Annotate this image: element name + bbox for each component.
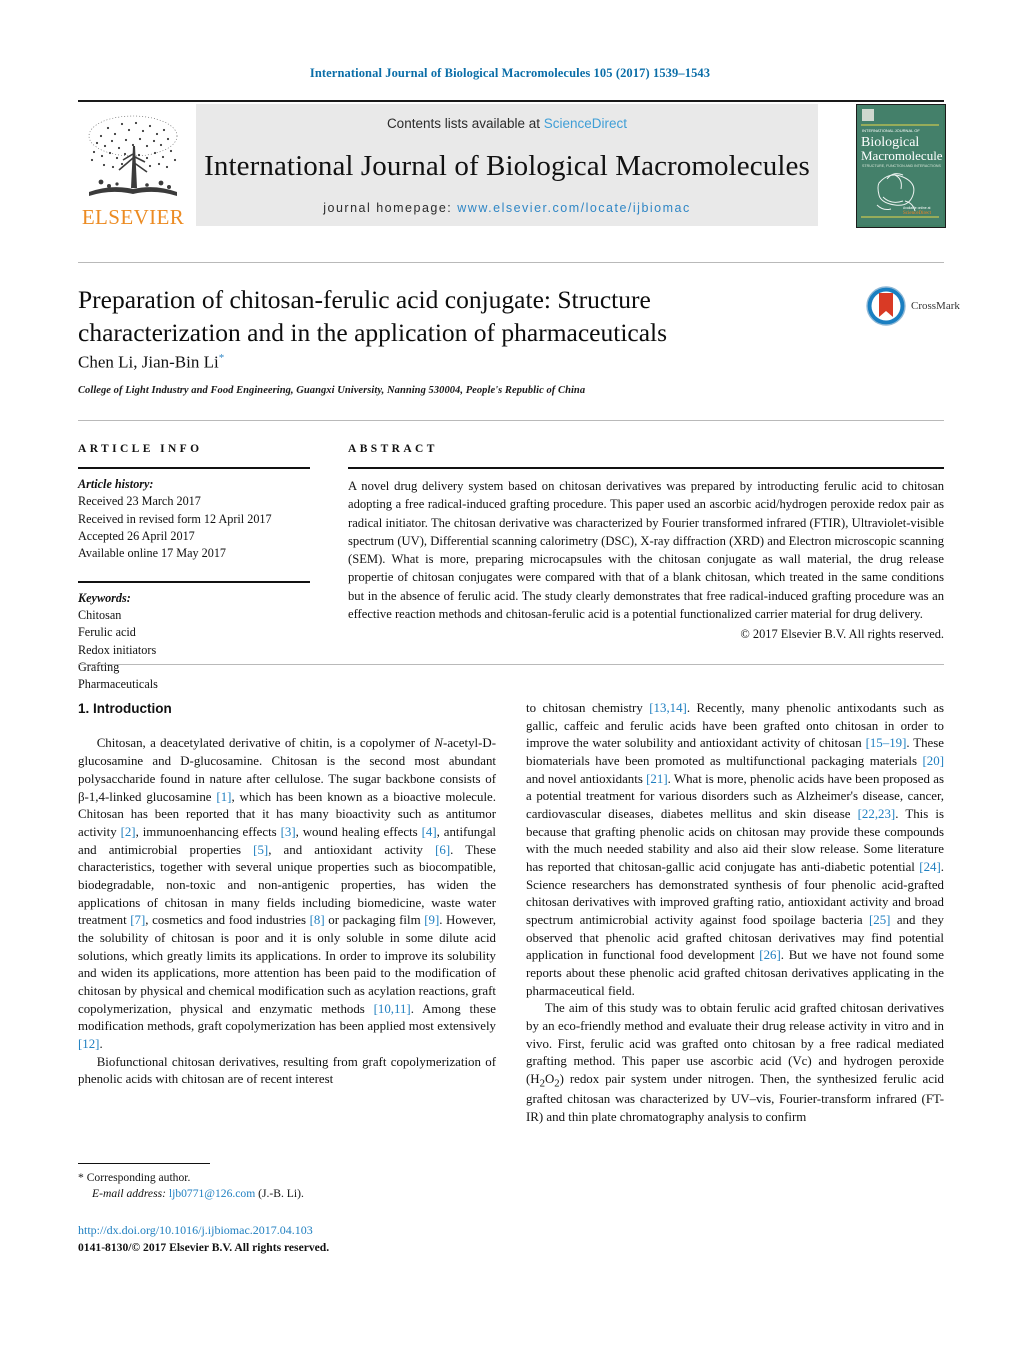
doi-link[interactable]: http://dx.doi.org/10.1016/j.ijbiomac.201… <box>78 1221 538 1239</box>
paragraph: to chitosan chemistry [13,14]. Recently,… <box>526 701 945 998</box>
crossmark-icon <box>866 286 906 326</box>
history-item: Received 23 March 2017 <box>78 494 201 509</box>
title-divider <box>78 262 944 263</box>
sciencedirect-link[interactable]: ScienceDirect <box>544 116 627 131</box>
abstract-column: ABSTRACT A novel drug delivery system ba… <box>348 443 944 642</box>
journal-homepage-line: journal homepage: www.elsevier.com/locat… <box>323 201 691 215</box>
running-head: International Journal of Biological Macr… <box>309 66 711 80</box>
elsevier-logo: ELSEVIER <box>78 104 188 228</box>
svg-text:INTERNATIONAL JOURNAL OF: INTERNATIONAL JOURNAL OF <box>862 128 920 133</box>
abstract-text: A novel drug delivery system based on ch… <box>348 479 944 621</box>
footnote-marker: * <box>78 1171 84 1184</box>
page-title: Preparation of chitosan-ferulic acid con… <box>78 285 668 347</box>
abstract-rule <box>348 467 944 469</box>
author-list: Chen Li, Jian-Bin Li* <box>78 352 224 373</box>
footnote-divider <box>78 1163 210 1164</box>
corresponding-author-label: Corresponding author. <box>86 1171 191 1184</box>
contents-prefix: Contents lists available at <box>386 116 544 131</box>
article-page: International Journal of Biological Macr… <box>0 0 1020 1351</box>
corresponding-author-line: * Corresponding author. <box>78 1170 496 1186</box>
footnote-body: * Corresponding author. E-mail address: … <box>78 1170 496 1203</box>
info-divider <box>78 420 944 421</box>
abstract-copyright: © 2017 Elsevier B.V. All rights reserved… <box>740 627 944 641</box>
article-info-heading: ARTICLE INFO <box>78 443 203 455</box>
history-item: Accepted 26 April 2017 <box>78 528 195 543</box>
crossmark-label: CrossMark <box>911 300 960 312</box>
contents-list-line: Contents lists available at ScienceDirec… <box>387 116 627 131</box>
keyword-item: Grafting <box>78 659 120 674</box>
corresponding-author-marker: * <box>218 352 225 364</box>
keyword-item: Ferulic acid <box>78 625 136 640</box>
journal-title: International Journal of Biological Macr… <box>204 149 810 182</box>
email-link[interactable]: ljb0771@126.com <box>169 1187 255 1200</box>
keywords-block: Keywords: Chitosan Ferulic acid Redox in… <box>78 590 310 694</box>
doi-block: http://dx.doi.org/10.1016/j.ijbiomac.201… <box>78 1221 538 1256</box>
journal-cover-artwork: INTERNATIONAL JOURNAL OF Biological Macr… <box>857 105 945 225</box>
keywords-rule <box>78 580 310 583</box>
email-suffix: (J.-B. Li). <box>258 1187 304 1201</box>
keywords-label: Keywords: <box>78 590 131 605</box>
email-line: E-mail address: ljb0771@126.com (J.-B. L… <box>78 1186 496 1202</box>
journal-cover-thumbnail: INTERNATIONAL JOURNAL OF Biological Macr… <box>856 104 946 228</box>
issn-copyright-line: 0141-8130/© 2017 Elsevier B.V. All right… <box>78 1241 330 1254</box>
article-info-column: ARTICLE INFO Article history: Received 2… <box>78 443 310 694</box>
keyword-item: Pharmaceuticals <box>78 677 158 692</box>
homepage-label: journal homepage: <box>323 201 458 215</box>
paragraph: Chitosan, a deacetylated derivative of c… <box>78 736 496 1051</box>
journal-band: Contents lists available at ScienceDirec… <box>196 104 818 226</box>
affiliation: College of Light Industry and Food Engin… <box>78 385 586 396</box>
svg-text:STRUCTURE, FUNCTION AND INTERA: STRUCTURE, FUNCTION AND INTERACTIONS <box>862 164 941 168</box>
journal-masthead: ELSEVIER Contents lists available at Sci… <box>78 100 946 228</box>
history-item: Received in revised form 12 April 2017 <box>78 511 272 526</box>
paragraph: The aim of this study was to obtain feru… <box>526 1001 944 1125</box>
email-label: E-mail address: <box>92 1187 166 1201</box>
body-column-right: to chitosan chemistry [13,14]. Recently,… <box>526 700 944 1127</box>
crossmark-badge[interactable]: CrossMark <box>866 283 962 329</box>
svg-text:Available online at: Available online at <box>903 206 931 210</box>
elsevier-tree-icon <box>88 115 178 196</box>
section-title-introduction: 1. Introduction <box>78 701 172 716</box>
homepage-url-link[interactable]: www.elsevier.com/locate/ijbiomac <box>457 201 691 215</box>
keyword-item: Redox initiators <box>78 642 157 657</box>
article-info-rule <box>78 467 310 469</box>
history-item: Available online 17 May 2017 <box>78 546 227 561</box>
paragraph: Biofunctional chitosan derivatives, resu… <box>78 1054 496 1087</box>
elsevier-wordmark: ELSEVIER <box>81 205 185 229</box>
author-names: Chen Li, Jian-Bin Li <box>78 352 219 372</box>
keyword-item: Chitosan <box>78 607 122 622</box>
article-history-label: Article history: <box>78 477 154 491</box>
abstract-bottom-divider <box>78 664 944 665</box>
svg-text:Macromolecules: Macromolecules <box>861 148 943 163</box>
svg-text:ScienceDirect: ScienceDirect <box>903 211 932 216</box>
abstract-heading: ABSTRACT <box>348 443 438 455</box>
corresponding-author-footnote: * Corresponding author. E-mail address: … <box>78 1163 496 1203</box>
article-history-block: Article history: Received 23 March 2017 … <box>78 476 310 563</box>
body-column-left: 1. Introduction Chitosan, a deacetylated… <box>78 700 496 1089</box>
